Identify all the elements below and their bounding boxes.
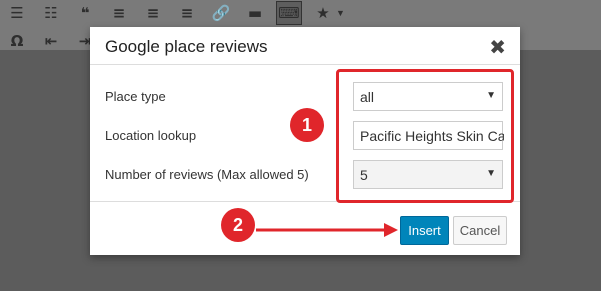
blockquote-icon[interactable]: ❝ bbox=[72, 1, 98, 25]
bulleted-list-icon[interactable]: ☰ bbox=[4, 1, 30, 25]
align-left-icon[interactable]: ≡ bbox=[106, 1, 132, 25]
dialog-title: Google place reviews bbox=[105, 37, 268, 56]
keyboard-icon[interactable]: ⌨ bbox=[276, 1, 302, 25]
location-lookup-label: Location lookup bbox=[105, 128, 197, 143]
align-right-icon[interactable]: ≡ bbox=[174, 1, 200, 25]
insert-button[interactable]: Insert bbox=[400, 216, 449, 245]
link-icon[interactable]: 🔗 bbox=[208, 1, 234, 25]
numbered-list-icon[interactable]: ☷ bbox=[38, 1, 64, 25]
place-type-label: Place type bbox=[105, 89, 166, 104]
align-center-icon[interactable]: ≡ bbox=[140, 1, 166, 25]
close-icon[interactable]: ✖ bbox=[489, 35, 506, 59]
star-icon[interactable]: ★ bbox=[310, 1, 336, 25]
toolbar-row-1: ☰ ☷ ❝ ≡ ≡ ≡ 🔗 ▬ ⌨ ★ ▼ bbox=[0, 0, 345, 26]
step-2-badge: 2 bbox=[221, 208, 255, 242]
dialog-header: Google place reviews ✖ bbox=[90, 27, 520, 65]
arrow-annotation bbox=[256, 223, 398, 237]
chevron-down-icon[interactable]: ▼ bbox=[336, 8, 345, 18]
reviews-count-label: Number of reviews (Max allowed 5) bbox=[105, 167, 309, 182]
read-more-icon[interactable]: ▬ bbox=[242, 1, 268, 25]
step-1-badge: 1 bbox=[290, 108, 324, 142]
highlight-box bbox=[336, 69, 514, 203]
cancel-button[interactable]: Cancel bbox=[453, 216, 507, 245]
